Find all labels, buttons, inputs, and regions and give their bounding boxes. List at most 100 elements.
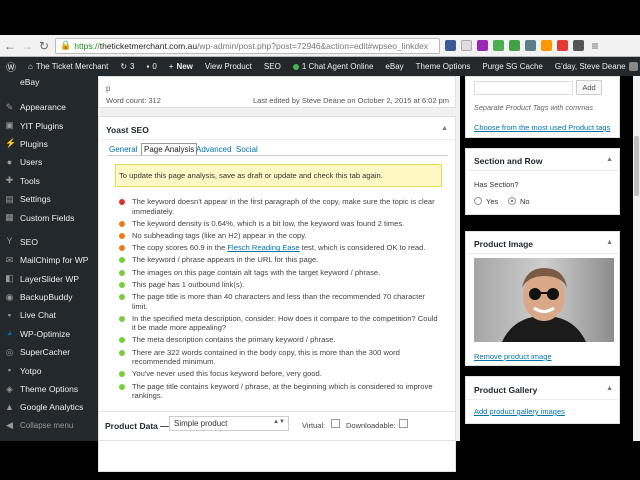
account-link[interactable]: G'day, Steve Deane [549, 62, 640, 71]
seo-link[interactable]: SEO [258, 62, 287, 71]
analysis-item: The keyword doesn't appear in the first … [113, 197, 443, 216]
analysis-item: There are 322 words contained in the bod… [113, 348, 443, 367]
chat-icon: ▪ [7, 309, 12, 320]
sidebar-item-yit-plugins[interactable]: ▣ YIT Plugins [0, 116, 98, 134]
scrollbar-thumb[interactable] [634, 136, 639, 196]
settings-icon: ▤ [5, 193, 14, 204]
extension-icon[interactable] [493, 40, 504, 51]
product-data-label: Product Data — [105, 421, 169, 431]
url-host: theticketmerchant.com.au [99, 40, 198, 51]
sidebar-item-yotpo[interactable]: ▪ Yotpo [0, 361, 98, 379]
no-radio[interactable] [508, 197, 516, 205]
add-gallery-link[interactable]: Add product gallery images [474, 407, 565, 416]
status-dot-icon [119, 371, 125, 378]
virtual-checkbox[interactable] [331, 419, 340, 428]
ebay-link[interactable]: eBay [379, 62, 409, 71]
status-dot-icon [119, 269, 125, 276]
tag-input[interactable] [474, 81, 573, 95]
sidebar-item-custom-fields[interactable]: ▦ Custom Fields [0, 208, 98, 226]
sidebar-item-live-chat[interactable]: ▪ Live Chat [0, 306, 98, 324]
extension-icon[interactable] [525, 40, 536, 51]
collapse-arrow-icon[interactable]: ▲ [606, 385, 613, 392]
purge-cache-link[interactable]: Purge SG Cache [476, 62, 548, 71]
collapse-arrow-icon[interactable]: ▲ [606, 239, 613, 246]
word-count: Word count: 312 [106, 96, 161, 105]
sidebar-item-google-analytics[interactable]: ▲ Google Analytics [0, 398, 98, 416]
sidebar-item-users[interactable]: ● Users [0, 153, 98, 171]
downloadable-label: Downloadable: [346, 421, 396, 430]
tab-social[interactable]: Social [236, 145, 258, 154]
scrollbar[interactable] [633, 76, 640, 441]
tab-general[interactable]: General [109, 145, 137, 154]
theme-options-link[interactable]: Theme Options [410, 62, 477, 71]
product-type-select[interactable]: Simple product ▲▼ [169, 416, 289, 431]
extension-icon[interactable] [509, 40, 520, 51]
analysis-item: No subheading tags (like an H2) appear i… [113, 231, 443, 241]
remove-image-link[interactable]: Remove product image [474, 352, 552, 361]
choose-tags-link[interactable]: Choose from the most used Product tags [474, 123, 610, 132]
address-bar[interactable]: 🔒 https:// theticketmerchant.com.au /wp-… [55, 37, 440, 54]
section-row-title: Section and Row [474, 156, 543, 166]
status-dot-icon [119, 349, 125, 356]
sidebar-item-plugins[interactable]: ⚡ Plugins [0, 135, 98, 153]
top-letterbox [0, 0, 640, 35]
collapse-arrow-icon[interactable]: ▲ [606, 156, 613, 163]
new-content-link[interactable]: + New [163, 62, 199, 71]
sidebar-item-tools[interactable]: ✚ Tools [0, 172, 98, 190]
analysis-text: No subheading tags (like an H2) appear i… [132, 230, 307, 240]
sidebar-item-backupbuddy[interactable]: ◉ BackupBuddy [0, 288, 98, 306]
divider [466, 170, 619, 171]
comment-icon: ▪ [146, 62, 150, 71]
status-dot-icon [119, 232, 125, 239]
sidebar-item-wp-optimize[interactable]: ◕ WP-Optimize [0, 325, 98, 343]
add-tag-button[interactable]: Add [576, 80, 602, 95]
status-dot-icon [119, 383, 125, 390]
sidebar-item-appearance[interactable]: ✎ Appearance [0, 98, 98, 116]
flesch-link[interactable]: Flesch Reading Ease [227, 243, 299, 252]
reload-icon[interactable]: ↻ [38, 39, 50, 53]
analysis-text: You've never used this focus keyword bef… [132, 369, 322, 379]
comments-link[interactable]: ▪ 0 [140, 62, 162, 71]
sidebar-item-layerslider[interactable]: ◧ LayerSlider WP [0, 270, 98, 288]
back-icon[interactable]: ← [4, 39, 16, 53]
forward-icon[interactable]: → [21, 39, 33, 53]
sidebar-item-theme-options[interactable]: ◈ Theme Options [0, 380, 98, 398]
sidebar-item-mailchimp[interactable]: ✉ MailChimp for WP [0, 251, 98, 269]
collapse-arrow-icon[interactable]: ▲ [441, 125, 448, 132]
no-label: No [520, 197, 530, 206]
tab-advanced[interactable]: Advanced [196, 145, 232, 154]
editor-path-tag: p [106, 84, 111, 93]
tags-hint: Separate Product Tags with commas [474, 103, 593, 112]
product-gallery-title: Product Gallery [474, 385, 538, 395]
extension-icon[interactable] [557, 40, 568, 51]
collapse-icon: ◀ [6, 420, 13, 431]
analysis-text: The images on this page contain alt tags… [132, 267, 381, 277]
status-dot-icon [119, 337, 125, 344]
sidebar-item-settings[interactable]: ▤ Settings [0, 190, 98, 208]
browser-toolbar: ← → ↻ 🔒 https:// theticketmerchant.com.a… [0, 35, 640, 57]
chat-status-link[interactable]: 1 Chat Agent Online [287, 62, 380, 71]
site-name-link[interactable]: ⌂ The Ticket Merchant [22, 62, 114, 71]
status-dot-icon [119, 315, 125, 322]
updates-link[interactable]: ↻ 3 [114, 62, 140, 71]
extension-icon[interactable] [573, 40, 584, 51]
bookmark-star-icon[interactable] [461, 40, 472, 51]
downloadable-checkbox[interactable] [399, 419, 408, 428]
wordpress-extension-icon[interactable] [445, 40, 456, 51]
wp-logo-icon[interactable]: Ⓦ [0, 59, 22, 74]
extension-icon[interactable] [477, 40, 488, 51]
sidebar-item-seo[interactable]: Y SEO [0, 233, 98, 251]
analysis-text: The copy scores 60.9 in the Flesch Readi… [132, 243, 426, 253]
sidebar-item-ebay[interactable]: eBay [0, 76, 98, 88]
yes-radio[interactable] [474, 197, 482, 205]
ebay-icon [5, 78, 14, 87]
view-product-link[interactable]: View Product [199, 62, 258, 71]
menu-icon[interactable]: ≡ [589, 39, 601, 53]
analysis-text: The page title is more than 40 character… [132, 291, 425, 311]
product-image[interactable] [474, 258, 614, 342]
analysis-item: The keyword density is 0.64%, which is a… [113, 219, 443, 229]
collapse-menu-button[interactable]: ◀ Collapse menu [0, 417, 98, 435]
sidebar-item-supercacher[interactable]: ◎ SuperCacher [0, 343, 98, 361]
extension-icon[interactable] [541, 40, 552, 51]
right-column: Add Separate Product Tags with commas Ch… [465, 76, 640, 441]
